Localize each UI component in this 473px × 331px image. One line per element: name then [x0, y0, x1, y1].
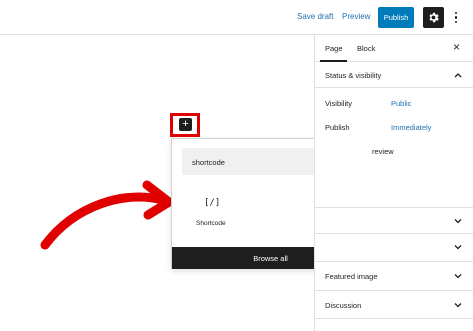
- preview-button[interactable]: Preview: [342, 12, 370, 21]
- visibility-label: Visibility: [325, 99, 352, 108]
- plus-icon: +: [182, 118, 189, 130]
- close-sidebar-icon[interactable]: ×: [453, 41, 460, 53]
- chevron-down-icon: [454, 274, 462, 279]
- chevron-down-icon: [454, 303, 462, 308]
- status-visibility-panel-toggle[interactable]: Status & visibility: [315, 62, 473, 88]
- tab-page[interactable]: Page: [325, 44, 343, 53]
- shortcode-icon: [/]: [204, 198, 221, 208]
- more-dot: [454, 16, 458, 19]
- collapsed-panel-2[interactable]: [315, 234, 473, 262]
- publish-date-link[interactable]: Immediately: [391, 123, 431, 132]
- block-option-label: Shortcode: [196, 220, 226, 227]
- publish-label: Publish: [325, 123, 350, 132]
- publish-button[interactable]: Publish: [378, 7, 414, 28]
- editor-top-bar: Save draft Preview Publish: [0, 0, 473, 35]
- block-inserter-button[interactable]: +: [179, 118, 192, 131]
- more-options-button[interactable]: [450, 9, 462, 26]
- chevron-down-icon: [454, 245, 462, 250]
- panel-title: Featured image: [325, 272, 378, 281]
- pending-review-text: review: [372, 147, 394, 156]
- panel-title: Discussion: [325, 301, 362, 310]
- chevron-down-icon: [454, 219, 462, 224]
- tab-block[interactable]: Block: [357, 44, 375, 53]
- settings-sidebar: Page Block × Status & visibility Visibil…: [314, 35, 473, 331]
- gear-icon: [429, 12, 439, 23]
- collapsed-panel-1[interactable]: [315, 207, 473, 234]
- more-dots-icon: [454, 11, 458, 15]
- panel-title: Status & visibility: [325, 71, 382, 80]
- visibility-value-link[interactable]: Public: [391, 99, 411, 108]
- discussion-panel-toggle[interactable]: Discussion: [315, 291, 473, 319]
- sidebar-tabs: Page Block ×: [315, 35, 473, 62]
- search-input-value: shortcode: [192, 158, 225, 167]
- settings-button[interactable]: [423, 7, 444, 28]
- featured-image-panel-toggle[interactable]: Featured image: [315, 262, 473, 291]
- save-draft-button[interactable]: Save draft: [297, 12, 333, 21]
- more-dot: [454, 20, 458, 24]
- shortcode-block-option[interactable]: [/] Shortcode: [190, 189, 232, 233]
- chevron-up-icon: [454, 73, 462, 78]
